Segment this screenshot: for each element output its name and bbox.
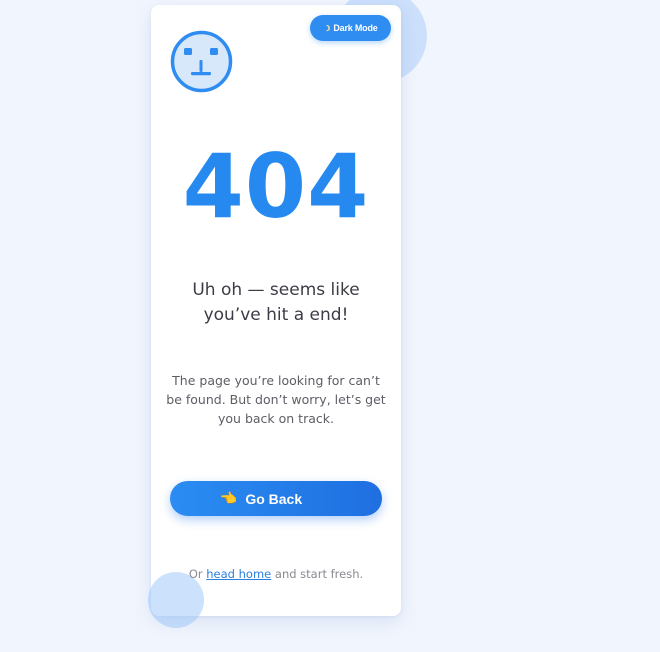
headline-line-1: Uh oh — seems like bbox=[192, 280, 360, 300]
go-back-button[interactable]: 👈 Go Back bbox=[170, 481, 382, 516]
dark-mode-toggle[interactable]: ☽ Dark Mode bbox=[310, 15, 391, 41]
footer-text: Or head home and start fresh. bbox=[151, 567, 401, 581]
go-back-label: Go Back bbox=[245, 490, 303, 507]
headline-line-2: you’ve hit a end! bbox=[203, 305, 349, 325]
pointing-hand-icon: 👈 bbox=[219, 490, 238, 506]
head-home-link[interactable]: head home bbox=[206, 567, 271, 581]
moon-icon: ☽ bbox=[323, 23, 331, 33]
dark-mode-label: Dark Mode bbox=[333, 23, 378, 33]
robot-face-icon bbox=[170, 30, 233, 93]
error-code: 404 bbox=[182, 135, 370, 238]
error-headline: Uh oh — seems like you’ve hit a end! bbox=[151, 278, 401, 328]
footer-suffix: and start fresh. bbox=[274, 567, 364, 581]
footer-prefix: Or bbox=[188, 567, 203, 581]
error-description: The page you’re looking for can’t be fou… bbox=[166, 373, 386, 426]
